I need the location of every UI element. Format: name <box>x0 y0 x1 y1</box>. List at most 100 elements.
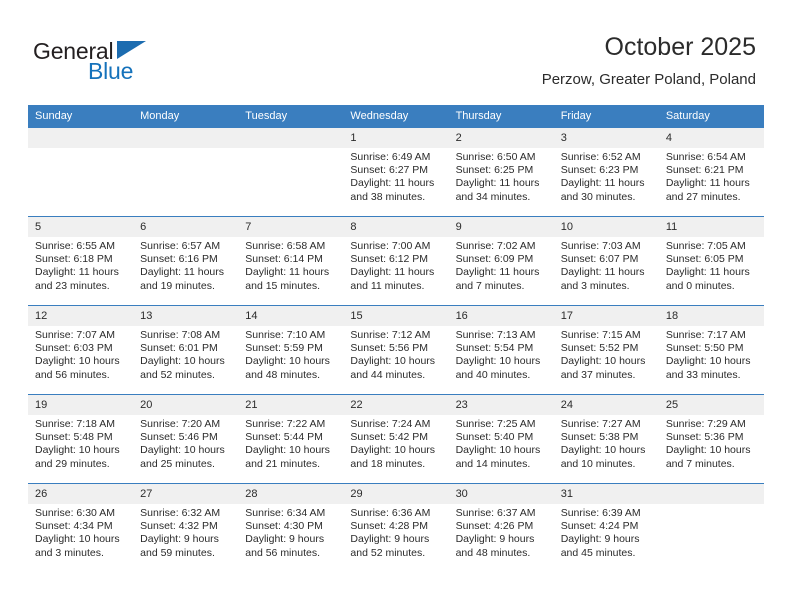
daylight-text-line2: and 38 minutes. <box>350 190 426 203</box>
day-cell[interactable]: 1 Sunrise: 6:49 AM Sunset: 6:27 PM Daylight… <box>343 127 449 217</box>
daylight-text-line2: and 10 minutes. <box>560 457 636 470</box>
sunrise-text: Sunrise: 6:36 AM <box>350 507 431 519</box>
daylight-text-line2: and 59 minutes. <box>140 546 215 559</box>
day-number: 27 <box>133 484 239 504</box>
day-cell[interactable]: 3 Sunrise: 6:52 AM Sunset: 6:23 PM Daylight… <box>553 127 659 217</box>
sunset-text: Sunset: 5:42 PM <box>350 431 429 444</box>
daylight-text-line2: and 3 minutes. <box>560 279 630 292</box>
day-cell[interactable]: 22 Sunrise: 7:24 AM Sunset: 5:42 PM Dayligh… <box>343 394 449 484</box>
day-cell[interactable]: 5 Sunrise: 6:55 AM Sunset: 6:18 PM Daylight… <box>28 216 134 306</box>
day-cell[interactable]: 14 Sunrise: 7:10 AM Sunset: 5:59 PM Dayligh… <box>238 305 344 395</box>
sunrise-text: Sunrise: 6:50 AM <box>455 151 536 163</box>
daylight-text-line1: Daylight: 11 hours <box>35 266 119 279</box>
day-cell[interactable]: 26 Sunrise: 6:30 AM Sunset: 4:34 PM Dayligh… <box>28 483 134 573</box>
daylight-text-line2: and 34 minutes. <box>455 190 531 203</box>
daylight-text-line2: and 7 minutes. <box>665 457 735 470</box>
day-number: 31 <box>553 484 659 504</box>
weekday-header-friday: Friday <box>553 105 659 128</box>
calendar-body: 1 Sunrise: 6:49 AM Sunset: 6:27 PM Daylight… <box>28 127 764 573</box>
sunset-text: Sunset: 6:05 PM <box>665 253 744 266</box>
sunrise-text: Sunrise: 7:12 AM <box>350 329 431 341</box>
daylight-text-line1: Daylight: 10 hours <box>245 444 330 457</box>
week-row: 12 Sunrise: 7:07 AM Sunset: 6:03 PM Dayligh… <box>28 305 764 395</box>
day-details: Sunrise: 7:18 AM Sunset: 5:48 PM Daylight:… <box>28 415 133 471</box>
sunrise-text: Sunrise: 7:24 AM <box>350 418 431 430</box>
day-number: 25 <box>658 395 764 415</box>
day-cell[interactable]: 29 Sunrise: 6:36 AM Sunset: 4:28 PM Dayligh… <box>343 483 449 573</box>
calendar-header-row-group: Sunday Monday Tuesday Wednesday Thursday… <box>28 105 764 128</box>
day-cell[interactable]: 9 Sunrise: 7:02 AM Sunset: 6:09 PM Daylight… <box>448 216 554 306</box>
day-cell[interactable]: 17 Sunrise: 7:15 AM Sunset: 5:52 PM Dayligh… <box>553 305 659 395</box>
daylight-text-line1: Daylight: 10 hours <box>665 355 751 368</box>
sunset-text: Sunset: 5:54 PM <box>455 342 534 355</box>
day-number <box>238 128 344 148</box>
sunset-text: Sunset: 5:40 PM <box>455 431 534 444</box>
day-details: Sunrise: 6:55 AM Sunset: 6:18 PM Daylight:… <box>28 237 133 293</box>
day-number: 16 <box>448 306 554 326</box>
day-number: 2 <box>448 128 554 148</box>
day-details: Sunrise: 7:10 AM Sunset: 5:59 PM Daylight:… <box>238 326 343 382</box>
sunrise-text: Sunrise: 7:08 AM <box>140 329 221 341</box>
day-details: Sunrise: 6:36 AM Sunset: 4:28 PM Daylight:… <box>343 504 448 560</box>
day-cell[interactable]: 7 Sunrise: 6:58 AM Sunset: 6:14 PM Daylight… <box>238 216 344 306</box>
sunset-text: Sunset: 5:36 PM <box>665 431 744 444</box>
day-number: 28 <box>238 484 344 504</box>
day-number <box>133 128 239 148</box>
day-cell[interactable]: 21 Sunrise: 7:22 AM Sunset: 5:44 PM Dayligh… <box>238 394 344 484</box>
sunset-text: Sunset: 6:03 PM <box>35 342 113 355</box>
daylight-text-line1: Daylight: 9 hours <box>560 533 640 546</box>
week-row: 19 Sunrise: 7:18 AM Sunset: 5:48 PM Dayligh… <box>28 394 764 484</box>
sunset-text: Sunset: 4:30 PM <box>245 520 323 533</box>
day-cell[interactable]: 24 Sunrise: 7:27 AM Sunset: 5:38 PM Dayligh… <box>553 394 659 484</box>
sunrise-text: Sunrise: 6:58 AM <box>245 240 326 252</box>
day-cell[interactable]: 23 Sunrise: 7:25 AM Sunset: 5:40 PM Dayligh… <box>448 394 554 484</box>
day-details: Sunrise: 6:52 AM Sunset: 6:23 PM Daylight:… <box>554 148 659 204</box>
day-cell[interactable]: 18 Sunrise: 7:17 AM Sunset: 5:50 PM Dayligh… <box>658 305 764 395</box>
day-number: 23 <box>448 395 554 415</box>
daylight-text-line1: Daylight: 11 hours <box>560 266 645 279</box>
daylight-text-line2: and 19 minutes. <box>140 279 215 292</box>
day-cell[interactable]: 20 Sunrise: 7:20 AM Sunset: 5:46 PM Dayligh… <box>133 394 239 484</box>
weekday-header-thursday: Thursday <box>448 105 554 128</box>
day-number: 18 <box>658 306 764 326</box>
day-cell[interactable]: 11 Sunrise: 7:05 AM Sunset: 6:05 PM Dayligh… <box>658 216 764 306</box>
day-cell[interactable]: 27 Sunrise: 6:32 AM Sunset: 4:32 PM Dayligh… <box>133 483 239 573</box>
daylight-text-line2: and 30 minutes. <box>560 190 636 203</box>
day-cell[interactable]: 30 Sunrise: 6:37 AM Sunset: 4:26 PM Dayligh… <box>448 483 554 573</box>
sunrise-text: Sunrise: 7:18 AM <box>35 418 115 430</box>
day-cell[interactable]: 6 Sunrise: 6:57 AM Sunset: 6:16 PM Daylight… <box>133 216 239 306</box>
daylight-text-line1: Daylight: 10 hours <box>455 355 541 368</box>
day-details: Sunrise: 7:15 AM Sunset: 5:52 PM Daylight:… <box>554 326 659 382</box>
sunset-text: Sunset: 5:59 PM <box>245 342 323 355</box>
sunset-text: Sunset: 6:18 PM <box>35 253 113 266</box>
day-cell[interactable]: 2 Sunrise: 6:50 AM Sunset: 6:25 PM Daylight… <box>448 127 554 217</box>
day-cell[interactable]: 31 Sunrise: 6:39 AM Sunset: 4:24 PM Dayligh… <box>553 483 659 573</box>
day-cell[interactable]: 13 Sunrise: 7:08 AM Sunset: 6:01 PM Dayligh… <box>133 305 239 395</box>
day-cell[interactable]: 12 Sunrise: 7:07 AM Sunset: 6:03 PM Dayligh… <box>28 305 134 395</box>
day-number: 10 <box>553 217 659 237</box>
day-details: Sunrise: 6:34 AM Sunset: 4:30 PM Daylight:… <box>238 504 343 560</box>
day-details: Sunrise: 7:00 AM Sunset: 6:12 PM Daylight:… <box>343 237 448 293</box>
sunset-text: Sunset: 5:56 PM <box>350 342 429 355</box>
day-number: 15 <box>343 306 449 326</box>
general-blue-logo[interactable]: General Blue <box>33 38 213 86</box>
day-number: 17 <box>553 306 659 326</box>
sunrise-text: Sunrise: 6:39 AM <box>560 507 641 519</box>
day-cell[interactable]: 4 Sunrise: 6:54 AM Sunset: 6:21 PM Daylight… <box>658 127 764 217</box>
day-cell[interactable]: 28 Sunrise: 6:34 AM Sunset: 4:30 PM Dayligh… <box>238 483 344 573</box>
page-subtitle: Perzow, Greater Poland, Poland <box>541 71 756 88</box>
day-cell[interactable]: 10 Sunrise: 7:03 AM Sunset: 6:07 PM Dayligh… <box>553 216 659 306</box>
day-details: Sunrise: 7:22 AM Sunset: 5:44 PM Daylight:… <box>238 415 343 471</box>
day-cell[interactable]: 25 Sunrise: 7:29 AM Sunset: 5:36 PM Dayligh… <box>658 394 764 484</box>
daylight-text-line2: and 52 minutes. <box>350 546 426 559</box>
day-cell[interactable]: 15 Sunrise: 7:12 AM Sunset: 5:56 PM Dayligh… <box>343 305 449 395</box>
sunset-text: Sunset: 4:34 PM <box>35 520 113 533</box>
day-details: Sunrise: 7:27 AM Sunset: 5:38 PM Daylight:… <box>554 415 659 471</box>
daylight-text-line1: Daylight: 10 hours <box>350 355 436 368</box>
sunset-text: Sunset: 5:46 PM <box>140 431 218 444</box>
sunrise-text: Sunrise: 7:15 AM <box>560 329 641 341</box>
day-cell[interactable]: 16 Sunrise: 7:13 AM Sunset: 5:54 PM Dayligh… <box>448 305 554 395</box>
day-cell[interactable]: 19 Sunrise: 7:18 AM Sunset: 5:48 PM Dayligh… <box>28 394 134 484</box>
daylight-text-line2: and 25 minutes. <box>140 457 215 470</box>
day-cell[interactable]: 8 Sunrise: 7:00 AM Sunset: 6:12 PM Daylight… <box>343 216 449 306</box>
